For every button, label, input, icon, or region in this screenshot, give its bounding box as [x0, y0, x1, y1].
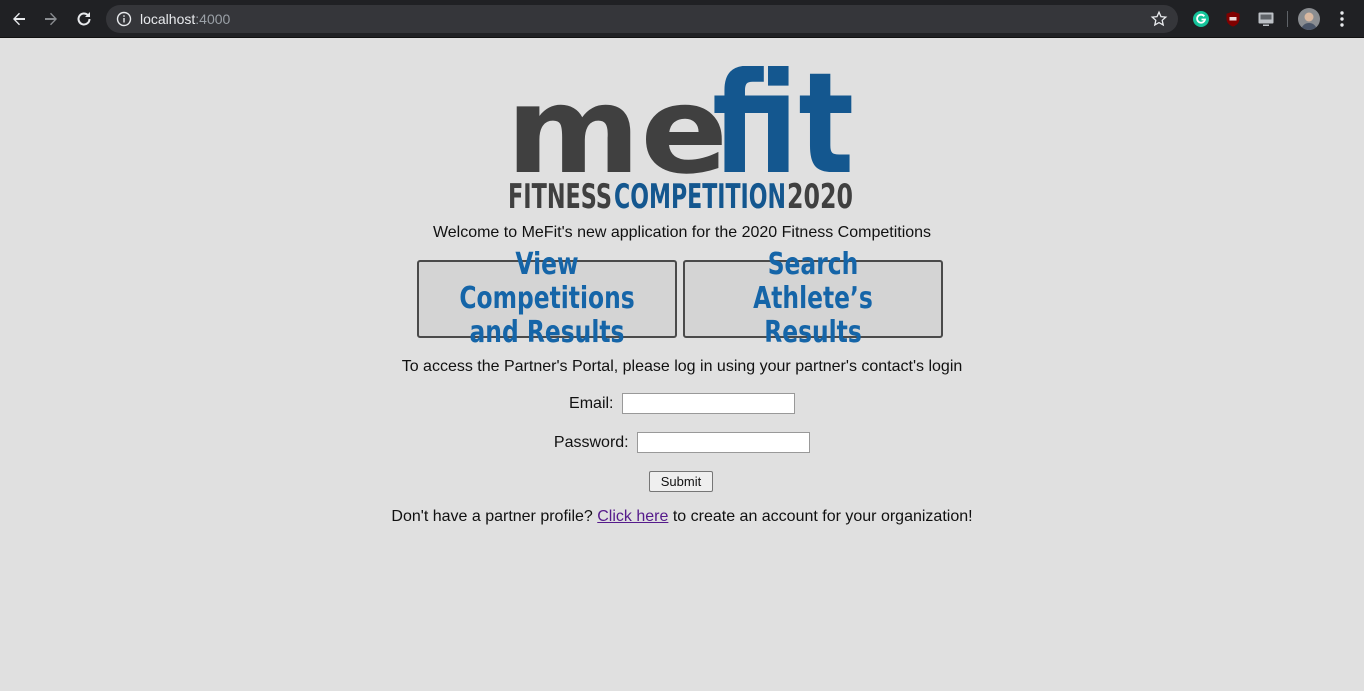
password-row: Password:	[0, 432, 1364, 453]
address-bar[interactable]: localhost:4000	[106, 5, 1178, 33]
profile-avatar[interactable]	[1298, 8, 1320, 30]
more-vert-icon[interactable]	[1334, 9, 1350, 29]
reload-button[interactable]	[73, 8, 95, 30]
forward-button[interactable]	[40, 8, 62, 30]
logo-tagline-fitness: FITNESS	[508, 177, 612, 212]
info-icon[interactable]	[116, 11, 132, 27]
browser-toolbar: localhost:4000	[0, 0, 1364, 38]
email-field[interactable]	[621, 393, 795, 414]
search-athletes-button[interactable]: Search Athlete’s Results	[683, 248, 943, 350]
mefit-logo: me fit FITNESS COMPETITION 2020	[506, 66, 854, 212]
page-content: me fit FITNESS COMPETITION 2020 Welcome …	[0, 38, 1364, 691]
ublock-extension-icon[interactable]	[1224, 10, 1242, 28]
view-competitions-label: View Competitions and Results	[459, 247, 635, 350]
signup-suffix: to create an account for your organizati…	[668, 508, 973, 525]
user-avatar-icon	[1301, 12, 1317, 30]
partner-portal-instructions: To access the Partner's Portal, please l…	[401, 358, 963, 375]
bookmark-star-icon[interactable]	[1150, 10, 1168, 28]
welcome-text: Welcome to MeFit's new application for t…	[432, 224, 932, 241]
grammarly-extension-icon[interactable]	[1192, 10, 1210, 28]
reload-icon	[77, 12, 91, 26]
signup-prompt: Don't have a partner profile? Click here…	[0, 508, 1364, 526]
signup-link[interactable]: Click here	[597, 508, 668, 525]
signup-prefix: Don't have a partner profile?	[391, 508, 598, 525]
email-label: Email:	[569, 394, 614, 412]
url-host: localhost	[140, 11, 196, 27]
url-text: localhost:4000	[140, 11, 230, 27]
password-label: Password:	[553, 433, 629, 451]
logo-tagline-competition: COMPETITION	[614, 177, 786, 212]
email-row: Email:	[0, 393, 1364, 414]
arrow-right-icon	[45, 12, 57, 26]
view-competitions-button[interactable]: View Competitions and Results	[417, 248, 677, 350]
extension-icon[interactable]	[1257, 10, 1275, 28]
search-athletes-label: Search Athlete’s Results	[753, 247, 873, 350]
url-port: :4000	[195, 11, 231, 27]
toolbar-divider	[1287, 11, 1288, 27]
password-field[interactable]	[637, 432, 811, 453]
logo-tagline-year: 2020	[787, 177, 853, 212]
arrow-left-icon	[13, 12, 25, 26]
back-button[interactable]	[8, 8, 30, 30]
submit-button[interactable]: Submit	[649, 471, 713, 492]
